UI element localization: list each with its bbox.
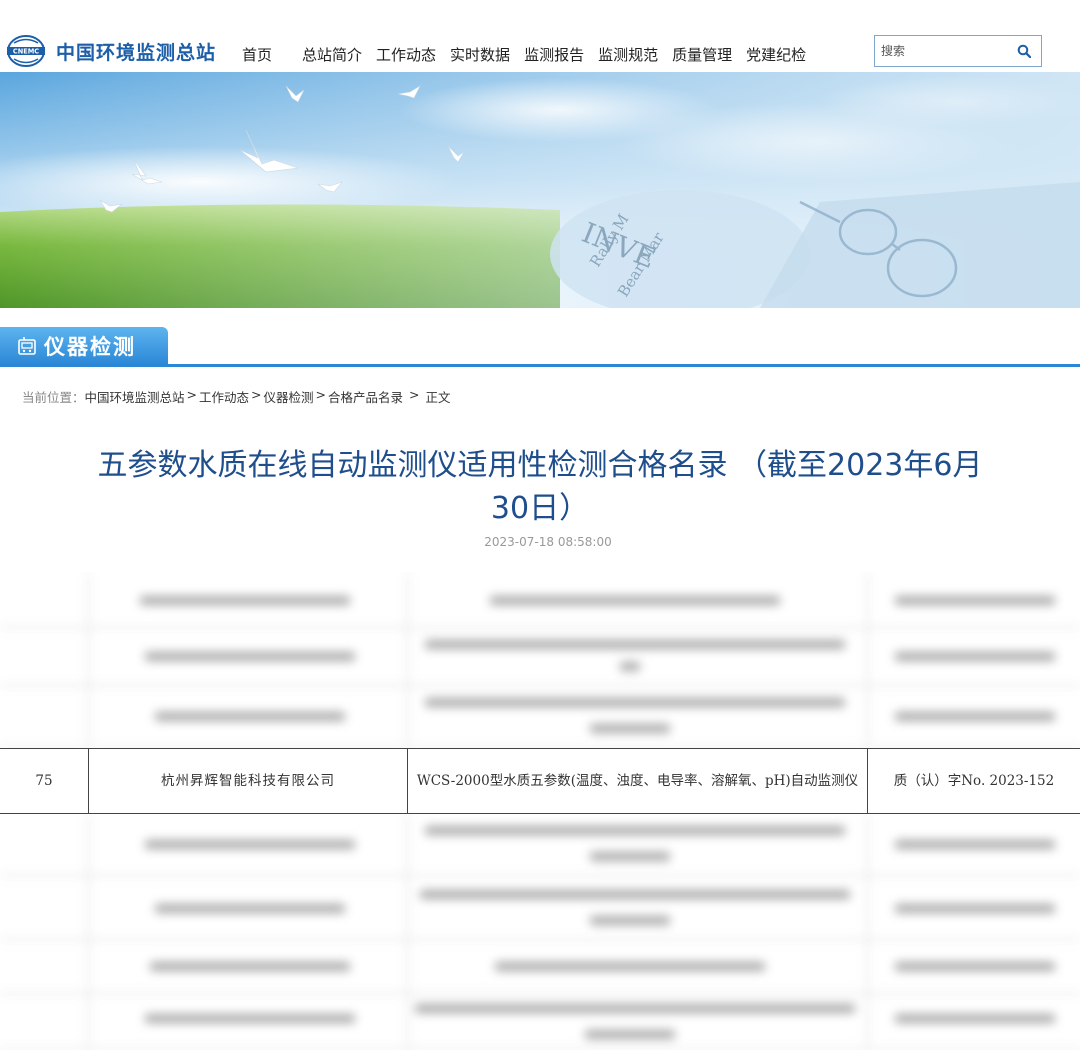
table-row-highlighted: 75 杭州昇辉智能科技有限公司 WCS-2000型水质五参数(温度、浊度、电导率… — [0, 748, 1080, 814]
table-row-blurred — [0, 686, 1080, 748]
table-row-blurred — [0, 628, 1080, 686]
row-certificate: 质（认）字No. 2023-152 — [893, 772, 1055, 789]
search-icon[interactable] — [1017, 44, 1031, 58]
section-divider — [0, 364, 1080, 367]
nav-item-about[interactable]: 总站简介 — [302, 44, 362, 65]
breadcrumb-separator: > — [315, 387, 327, 402]
table-row-blurred — [0, 876, 1080, 940]
breadcrumb: 当前位置： 中国环境监测总站 > 工作动态 > 仪器检测 > 合格产品名录 > … — [22, 387, 451, 406]
hero-banner: INVE Rally M Bear Mar — [0, 72, 1080, 308]
breadcrumb-qualified-list[interactable]: 合格产品名录 — [328, 387, 403, 406]
nav-item-home[interactable]: 首页 — [242, 44, 272, 65]
breadcrumb-separator: > — [409, 387, 420, 402]
banner-image: INVE Rally M Bear Mar — [0, 72, 1080, 308]
breadcrumb-prefix: 当前位置： — [22, 390, 85, 405]
nav-item-work-news[interactable]: 工作动态 — [376, 44, 436, 65]
table-row-blurred — [0, 814, 1080, 876]
article-title: 五参数水质在线自动监测仪适用性检测合格名录 （截至2023年6月30日） — [97, 448, 983, 526]
breadcrumb-work-news[interactable]: 工作动态 — [199, 387, 249, 406]
nav-item-party[interactable]: 党建纪检 — [746, 44, 806, 65]
logo-badge-text: CNEMC — [13, 48, 39, 56]
table-row-blurred — [0, 940, 1080, 994]
nav-item-reports[interactable]: 监测报告 — [524, 44, 584, 65]
site-header: CNEMC 中国环境监测总站 首页 总站简介 工作动态 实时数据 监测报告 监测… — [0, 0, 1080, 72]
row-number: 75 — [0, 749, 89, 813]
table-row-blurred — [0, 994, 1080, 1050]
nav-item-standards[interactable]: 监测规范 — [598, 44, 658, 65]
site-name[interactable]: 中国环境监测总站 — [56, 38, 216, 65]
breadcrumb-instrument[interactable]: 仪器检测 — [264, 387, 314, 406]
section-tab[interactable]: 仪器检测 — [0, 327, 168, 365]
article-date: 2023-07-18 08:58:00 — [484, 535, 612, 549]
qualified-products-table: 75 杭州昇辉智能科技有限公司 WCS-2000型水质五参数(温度、浊度、电导率… — [0, 572, 1080, 1050]
search-input[interactable] — [875, 36, 1007, 66]
breadcrumb-separator: > — [251, 387, 262, 402]
row-company: 杭州昇辉智能科技有限公司 — [89, 749, 408, 813]
cnemc-logo-icon: CNEMC — [7, 35, 45, 67]
table-row-blurred — [0, 572, 1080, 628]
main-nav: 首页 总站简介 工作动态 实时数据 监测报告 监测规范 质量管理 党建纪检 — [242, 44, 806, 65]
breadcrumb-current: 正文 — [425, 390, 451, 405]
breadcrumb-home[interactable]: 中国环境监测总站 — [85, 387, 185, 406]
nav-item-realtime-data[interactable]: 实时数据 — [450, 44, 510, 65]
section-header: 仪器检测 — [0, 327, 1080, 367]
site-logo[interactable]: CNEMC 中国环境监测总站 — [6, 34, 216, 68]
breadcrumb-separator: > — [186, 387, 198, 402]
nav-item-quality[interactable]: 质量管理 — [672, 44, 732, 65]
row-product: WCS-2000型水质五参数(温度、浊度、电导率、溶解氧、pH)自动监测仪 — [408, 749, 868, 813]
search-box — [874, 35, 1042, 67]
instrument-icon — [18, 337, 36, 355]
section-title: 仪器检测 — [44, 335, 136, 359]
